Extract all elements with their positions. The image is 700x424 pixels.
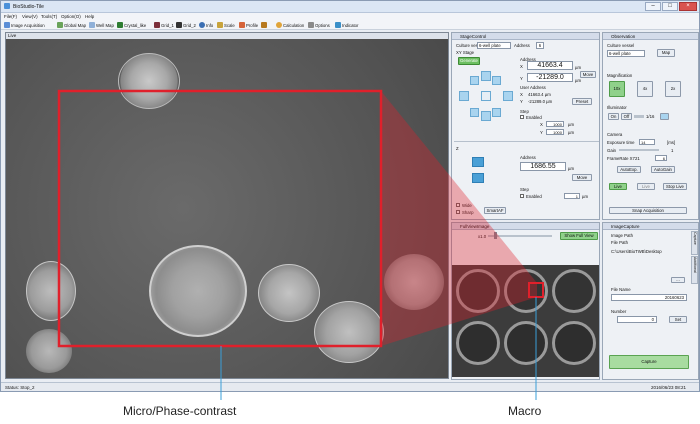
micro-field-frame bbox=[57, 89, 383, 348]
zoom-projection bbox=[381, 91, 537, 346]
micro-caption: Micro/Phase-contrast bbox=[123, 404, 237, 418]
macro-caption: Macro bbox=[508, 404, 542, 418]
annotation-overlay bbox=[57, 89, 544, 400]
